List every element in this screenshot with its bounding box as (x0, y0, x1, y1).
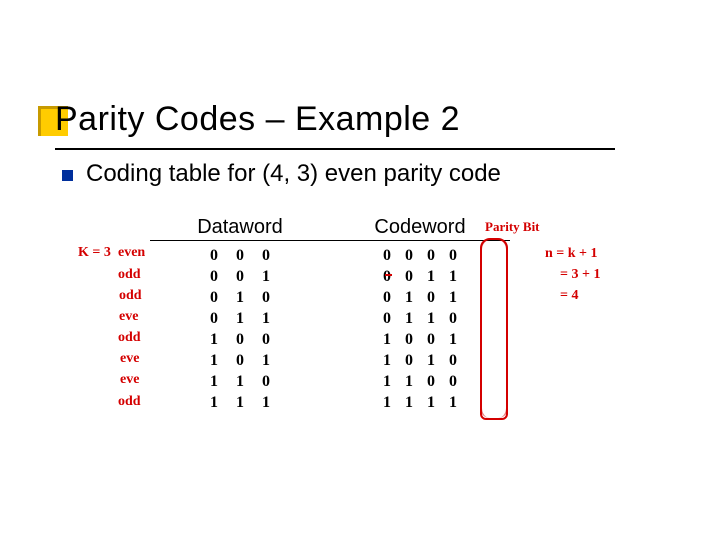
annot-row-parity: even (118, 246, 145, 260)
bit: 1 (262, 266, 270, 287)
bit: 0 (405, 245, 413, 266)
bit: 0 (236, 350, 244, 371)
bit: 1 (210, 371, 218, 392)
bit: 0 (427, 245, 435, 266)
bit: 1 (236, 287, 244, 308)
table-row: 1 1 0 1 1 0 0 (150, 371, 510, 392)
bit: 0 (262, 287, 270, 308)
annot-n-eq: n = k + 1 (545, 247, 598, 261)
dataword-cells: 1 0 1 (150, 350, 330, 371)
bit: 1 (405, 308, 413, 329)
bit: 1 (427, 350, 435, 371)
table-row: 0 1 0 0 1 0 1 (150, 287, 510, 308)
bit: 1 (383, 392, 391, 413)
bit: 0 (262, 245, 270, 266)
bullet-square-icon (62, 170, 73, 181)
bit: 0 (383, 266, 391, 287)
bit: 0 (449, 308, 457, 329)
bit: 0 (383, 287, 391, 308)
annot-n-eq: = 4 (560, 289, 578, 303)
annot-row-parity: eve (120, 373, 139, 387)
bit: 1 (427, 266, 435, 287)
dataword-cells: 0 1 1 (150, 308, 330, 329)
bit: 0 (405, 266, 413, 287)
table-row: 1 0 1 1 0 1 0 (150, 350, 510, 371)
table-row: 1 1 1 1 1 1 1 (150, 392, 510, 413)
bit: 0 (236, 329, 244, 350)
annot-n-eq: = 3 + 1 (560, 268, 600, 282)
bit: 1 (383, 371, 391, 392)
bit: 1 (383, 329, 391, 350)
annot-parity-bit-label: Parity Bit (485, 220, 540, 234)
parity-column-highlight (480, 238, 508, 420)
bit: 1 (210, 350, 218, 371)
bit: 0 (236, 266, 244, 287)
bit: 1 (405, 392, 413, 413)
bit: 1 (262, 350, 270, 371)
bit: 0 (210, 266, 218, 287)
bit: 0 (449, 371, 457, 392)
bit: 1 (383, 350, 391, 371)
header-rule (150, 240, 510, 241)
bit: 0 (449, 350, 457, 371)
bit: 0 (262, 371, 270, 392)
bit: 1 (236, 371, 244, 392)
table-row: 0 0 1 0 0 1 1 (150, 266, 510, 287)
bit: 1 (427, 308, 435, 329)
bit: 0 (427, 329, 435, 350)
dataword-cells: 0 0 1 (150, 266, 330, 287)
annot-row-parity: odd (118, 331, 141, 345)
bit: 1 (449, 329, 457, 350)
annot-row-parity: odd (119, 289, 142, 303)
bit: 0 (383, 245, 391, 266)
bit: 0 (449, 245, 457, 266)
bit: 1 (405, 287, 413, 308)
bit: 1 (262, 308, 270, 329)
slide-title: Parity Codes – Example 2 (55, 100, 460, 139)
table-header-row: Dataword Codeword (150, 216, 510, 239)
dataword-cells: 1 0 0 (150, 329, 330, 350)
annot-row-parity: odd (118, 268, 141, 282)
bit: 0 (262, 329, 270, 350)
bit: 1 (210, 392, 218, 413)
bit: 1 (449, 266, 457, 287)
dataword-cells: 0 1 0 (150, 287, 330, 308)
coding-table: Dataword Codeword 0 0 0 0 0 0 0 0 0 1 0 … (150, 216, 510, 413)
table-row: 0 0 0 0 0 0 0 (150, 245, 510, 266)
title-underline (55, 148, 615, 150)
table-row: 1 0 0 1 0 0 1 (150, 329, 510, 350)
bit: 1 (449, 392, 457, 413)
dataword-cells: 0 0 0 (150, 245, 330, 266)
bit: 1 (210, 329, 218, 350)
dataword-cells: 1 1 1 (150, 392, 330, 413)
bit: 0 (210, 245, 218, 266)
annot-row-parity: eve (120, 352, 139, 366)
bit: 0 (405, 350, 413, 371)
bit: 1 (236, 392, 244, 413)
bit: 0 (405, 329, 413, 350)
slide-subtitle: Coding table for (4, 3) even parity code (86, 160, 501, 188)
bit: 0 (427, 287, 435, 308)
dataword-cells: 1 1 0 (150, 371, 330, 392)
stray-tick-icon (385, 274, 392, 276)
bit: 1 (449, 287, 457, 308)
table-row: 0 1 1 0 1 1 0 (150, 308, 510, 329)
bit: 1 (405, 371, 413, 392)
col-header-codeword: Codeword (330, 216, 510, 239)
bit: 0 (210, 308, 218, 329)
annot-k-eq: K = 3 (78, 246, 111, 260)
bit: 0 (383, 308, 391, 329)
bit: 1 (262, 392, 270, 413)
col-header-dataword: Dataword (150, 216, 330, 239)
bit: 1 (236, 308, 244, 329)
bit: 0 (427, 371, 435, 392)
bit: 0 (210, 287, 218, 308)
annot-row-parity: odd (118, 395, 141, 409)
annot-row-parity: eve (119, 310, 138, 324)
bit: 0 (236, 245, 244, 266)
bit: 1 (427, 392, 435, 413)
